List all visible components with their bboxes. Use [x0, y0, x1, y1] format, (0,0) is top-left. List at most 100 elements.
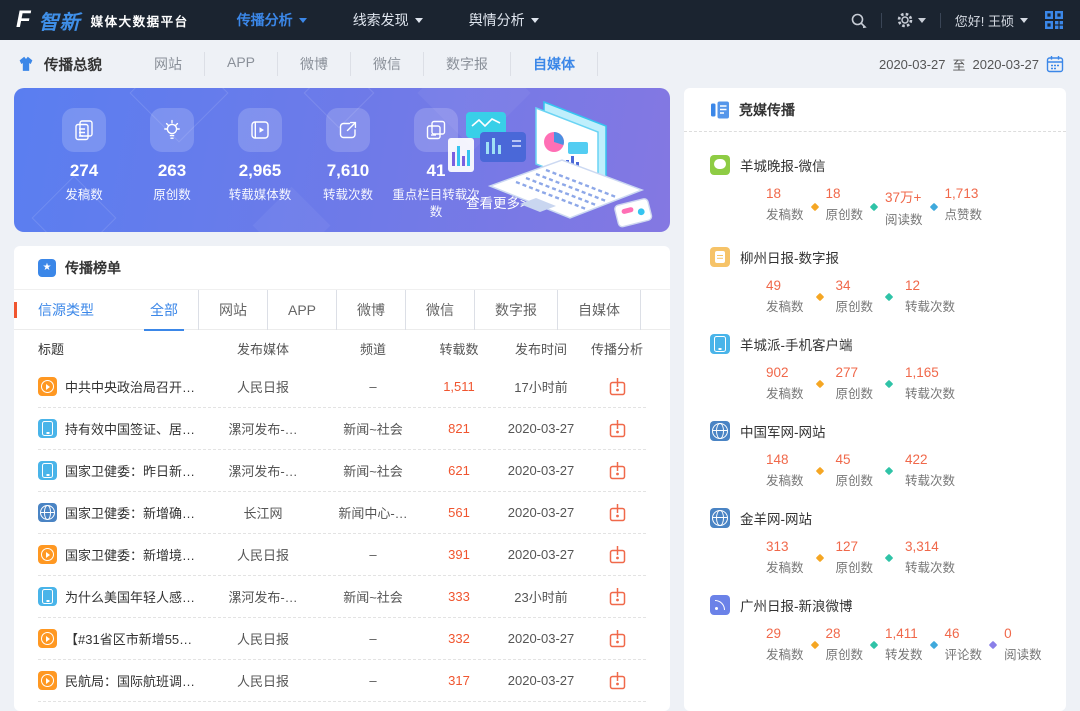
date-range-picker[interactable]: 2020-03-27 至 2020-03-27 — [879, 55, 1064, 74]
nav-sentiment-analysis[interactable]: 舆情分析 — [469, 10, 539, 30]
article-title[interactable]: 为什么美国年轻人感染那么多？… — [38, 587, 204, 606]
spread-analysis-icon[interactable] — [588, 503, 646, 522]
tab-weibo[interactable]: 微博 — [337, 290, 406, 330]
channel: 新闻~社会 — [322, 587, 424, 606]
table-row: 国家卫健委：新增确诊55例，其… 长江网 新闻中心-… 561 2020-03-… — [38, 492, 646, 534]
publish-time: 2020-03-27 — [494, 505, 588, 520]
competitor-name-row[interactable]: 柳州日报-数字报 — [710, 247, 1040, 267]
subnav-item-self-media[interactable]: 自媒体 — [511, 52, 598, 76]
subnav-item-website[interactable]: 网站 — [132, 52, 205, 76]
competitor-name-row[interactable]: 广州日报-新浪微博 — [710, 595, 1040, 615]
col-header-title: 标题 — [38, 339, 204, 358]
diamond-separator — [870, 640, 878, 648]
stat-label: 转载次数 — [323, 187, 373, 204]
article-title[interactable]: 国家卫健委：新增确诊55例，其… — [38, 503, 204, 522]
publish-time: 2020-03-27 — [494, 673, 588, 688]
publish-media: 人民日报 — [204, 629, 322, 648]
spread-analysis-icon[interactable] — [588, 545, 646, 564]
stat-cell: 34原创数 — [836, 278, 874, 315]
subnav-overview[interactable]: 传播总貌 — [16, 54, 102, 75]
stat-cell: 902发稿数 — [766, 365, 804, 402]
article-title[interactable]: 持有效中国签证、居留许可的外… — [38, 419, 204, 438]
panel-header: ★ 传播榜单 — [14, 246, 670, 290]
panel-title: 传播榜单 — [65, 258, 121, 278]
table-row: 持有效中国签证、居留许可的外… 漯河发布-… 新闻~社会 821 2020-03… — [38, 408, 646, 450]
channel: 新闻~社会 — [322, 461, 424, 480]
repost-count: 317 — [424, 673, 494, 688]
nav-clue-discovery[interactable]: 线索发现 — [353, 10, 423, 30]
col-header-media: 发布媒体 — [204, 339, 322, 358]
website-icon — [710, 421, 730, 441]
repost-count: 332 — [424, 631, 494, 646]
spread-analysis-icon[interactable] — [588, 377, 646, 396]
col-header-reposts: 转载数 — [424, 339, 494, 358]
article-title[interactable]: 国家卫健委：新增境外输入54例… — [38, 545, 204, 564]
tab-website[interactable]: 网站 — [199, 290, 268, 330]
diamond-separator — [815, 292, 823, 300]
stat-cell: 49发稿数 — [766, 278, 804, 315]
source-type-tabs: 信源类型 全部 网站 APP 微博 微信 数字报 自媒体 — [14, 290, 670, 330]
publish-media: 人民日报 — [204, 545, 322, 564]
article-title[interactable]: 【#31省区市新增55例确诊病例 — [38, 629, 204, 648]
subnav-item-weibo[interactable]: 微博 — [278, 52, 351, 76]
stat-value: 274 — [70, 161, 98, 181]
divider — [881, 13, 882, 28]
subnav-item-wechat[interactable]: 微信 — [351, 52, 424, 76]
stat-value: 263 — [158, 161, 186, 181]
tab-self-media[interactable]: 自媒体 — [558, 290, 641, 330]
competitor-name-row[interactable]: 羊城派-手机客户端 — [710, 334, 1040, 354]
website-icon — [710, 508, 730, 528]
competitor-name: 羊城派-手机客户端 — [740, 334, 853, 354]
topbar: F 智新 媒体大数据平台 传播分析 线索发现 舆情分析 您好! 王硕 — [0, 0, 1080, 40]
table-row: 为什么美国年轻人感染那么多？… 漯河发布-… 新闻~社会 333 23小时前 — [38, 576, 646, 618]
ranking-table: 标题 发布媒体 频道 转载数 发布时间 传播分析 中共中央政治局召开会议 研究部… — [38, 330, 646, 702]
spread-analysis-icon[interactable] — [588, 461, 646, 480]
repost-count: 391 — [424, 547, 494, 562]
competitor-entry: 柳州日报-数字报 49发稿数 34原创数 12转载次数 — [710, 247, 1040, 315]
title-text: 国家卫健委：新增境外输入54例… — [65, 545, 204, 564]
competitor-stats: 49发稿数 34原创数 12转载次数 — [766, 278, 1040, 315]
diamond-separator — [815, 553, 823, 561]
article-title[interactable]: 中共中央政治局召开会议 研究部署 — [38, 377, 204, 396]
col-header-time: 发布时间 — [494, 339, 588, 358]
user-menu[interactable]: 您好! 王硕 — [955, 11, 1028, 30]
competitor-name: 广州日报-新浪微博 — [740, 595, 853, 615]
tab-all[interactable]: 全部 — [130, 290, 199, 330]
title-text: 中共中央政治局召开会议 研究部署 — [65, 377, 204, 396]
competitor-stats: 18发稿数 18原创数 37万+阅读数 1,713点赞数 — [766, 186, 1040, 228]
qrcode-icon[interactable] — [1044, 10, 1064, 30]
competitor-entry: 广州日报-新浪微博 29发稿数 28原创数 1,411转发数 46评论数 0阅读… — [710, 595, 1040, 663]
spread-analysis-icon[interactable] — [588, 419, 646, 438]
spread-analysis-icon[interactable] — [588, 629, 646, 648]
search-icon[interactable] — [850, 12, 867, 29]
publish-media: 漯河发布-… — [204, 461, 322, 480]
spread-analysis-icon[interactable] — [588, 671, 646, 690]
stat-cell: 46评论数 — [945, 626, 983, 663]
tab-digital-paper[interactable]: 数字报 — [475, 290, 558, 330]
spread-analysis-icon[interactable] — [588, 587, 646, 606]
spread-ranking-panel: ★ 传播榜单 信源类型 全部 网站 APP 微博 微信 数字报 自媒体 标题 发… — [14, 246, 670, 711]
article-title[interactable]: 民航局：国际航班调减后，每天… — [38, 671, 204, 690]
subnav-item-app[interactable]: APP — [205, 52, 278, 76]
stat-cell: 29发稿数 — [766, 626, 804, 663]
media-play-icon — [38, 545, 57, 564]
competitor-stats: 29发稿数 28原创数 1,411转发数 46评论数 0阅读数 — [766, 626, 1040, 663]
subnav-items: 网站 APP 微博 微信 数字报 自媒体 — [132, 52, 598, 76]
diamond-separator — [810, 640, 818, 648]
diamond-separator — [815, 466, 823, 474]
channel: 新闻中心-… — [322, 503, 424, 522]
star-doc-icon: ★ — [38, 259, 56, 277]
tab-app[interactable]: APP — [268, 290, 337, 330]
stat-cell: 37万+阅读数 — [885, 186, 923, 228]
diamond-separator — [815, 379, 823, 387]
competitor-name-row[interactable]: 金羊网-网站 — [710, 508, 1040, 528]
article-title[interactable]: 国家卫健委：昨日新增确诊55例… — [38, 461, 204, 480]
nav-spread-analysis[interactable]: 传播分析 — [237, 10, 307, 30]
tab-wechat[interactable]: 微信 — [406, 290, 475, 330]
repost-count: 561 — [424, 505, 494, 520]
title-text: 国家卫健委：新增确诊55例，其… — [65, 503, 204, 522]
competitor-name-row[interactable]: 中国军网-网站 — [710, 421, 1040, 441]
subnav-item-digital-paper[interactable]: 数字报 — [424, 52, 511, 76]
gear-icon[interactable] — [896, 11, 926, 29]
competitor-name-row[interactable]: 羊城晚报-微信 — [710, 155, 1040, 175]
